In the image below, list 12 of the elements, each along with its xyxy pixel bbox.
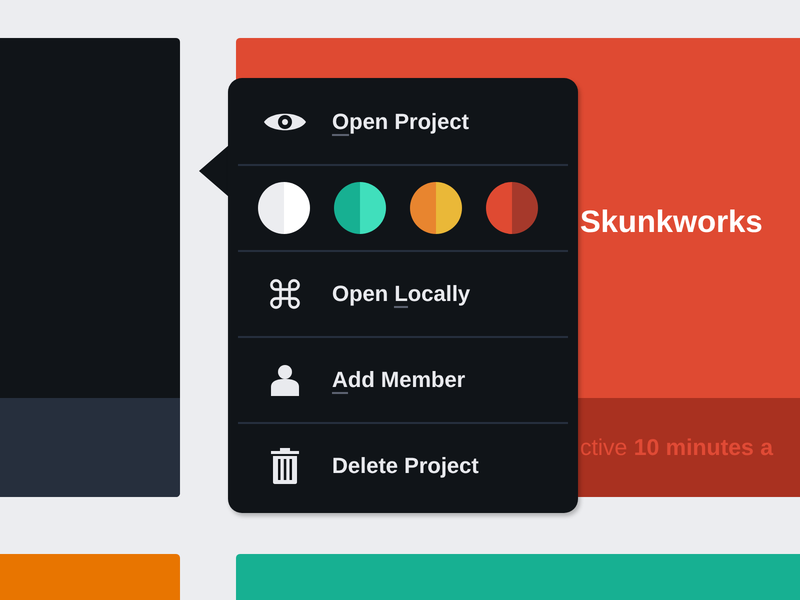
- project-title: Skunkworks: [580, 204, 763, 240]
- menu-item[interactable]: Delete Project: [238, 424, 568, 508]
- menu-item[interactable]: Open Locally: [238, 252, 568, 336]
- color-swatch[interactable]: [486, 182, 538, 234]
- menu-item[interactable]: Open Project: [238, 80, 568, 164]
- color-swatch[interactable]: [410, 182, 462, 234]
- menu-item[interactable]: Add Member: [238, 338, 568, 422]
- user-icon: [270, 364, 300, 396]
- color-swatch[interactable]: [258, 182, 310, 234]
- color-swatch[interactable]: [334, 182, 386, 234]
- trash-icon: [271, 448, 299, 484]
- command-icon: [267, 276, 303, 312]
